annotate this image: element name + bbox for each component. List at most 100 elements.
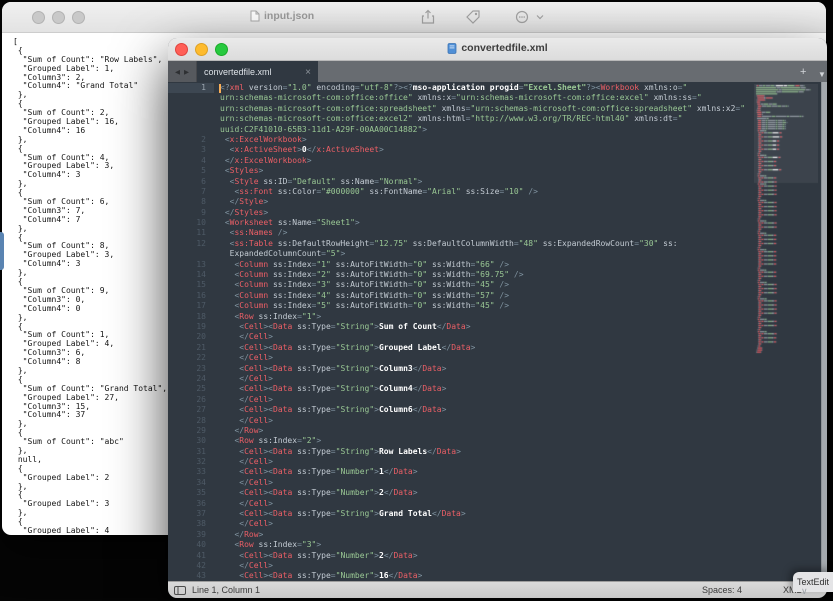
code-line[interactable]: 32 </Cell> <box>168 457 827 467</box>
editor-area[interactable]: 1<?xml version="1.0" encoding="utf-8"?><… <box>168 82 827 582</box>
code-line[interactable]: 11 <ss:Names /> <box>168 228 827 238</box>
code-text[interactable]: <x:ExcelWorkbook> <box>214 135 307 145</box>
code-line[interactable]: urn:schemas-microsoft-com:office:office"… <box>168 93 827 103</box>
tab-convertedfile[interactable]: convertedfile.xml × <box>197 61 318 83</box>
tag-icon[interactable] <box>465 9 481 25</box>
zoom-button[interactable] <box>72 11 85 24</box>
code-line[interactable]: 12 <ss:Table ss:DefaultRowHeight="12.75"… <box>168 239 827 249</box>
code-line[interactable]: 35 <Cell><Data ss:Type="Number">2</Data> <box>168 488 827 498</box>
code-text[interactable]: <Worksheet ss:Name="Sheet1"> <box>214 218 360 228</box>
nav-forward-icon[interactable]: ▶ <box>184 68 189 76</box>
code-text[interactable]: <Column ss:Index="3" ss:AutoFitWidth="0"… <box>214 280 509 290</box>
scrollbar-fragment[interactable] <box>0 232 4 270</box>
code-line[interactable]: 38 </Cell> <box>168 519 827 529</box>
more-options-icon[interactable] <box>515 9 531 25</box>
code-line[interactable]: 8 </Style> <box>168 197 827 207</box>
code-text[interactable]: </Cell> <box>214 374 273 384</box>
code-line[interactable]: urn:schemas-microsoft-com:office:excel2"… <box>168 114 827 124</box>
code-line[interactable]: 19 <Cell><Data ss:Type="String">Sum of C… <box>168 322 827 332</box>
code-line[interactable]: 9 </Styles> <box>168 208 827 218</box>
code-line[interactable]: 17 <Column ss:Index="5" ss:AutoFitWidth=… <box>168 301 827 311</box>
code-text[interactable]: <?xml version="1.0" encoding="utf-8"?><?… <box>214 83 687 93</box>
code-line[interactable]: 16 <Column ss:Index="4" ss:AutoFitWidth=… <box>168 291 827 301</box>
code-text[interactable]: <Column ss:Index="1" ss:AutoFitWidth="0"… <box>214 260 509 270</box>
code-line[interactable]: 26 </Cell> <box>168 395 827 405</box>
code-text[interactable]: <Cell><Data ss:Type="String">Column4</Da… <box>214 384 446 394</box>
code-line[interactable]: ExpandedColumnCount="5"> <box>168 249 827 259</box>
code-text[interactable]: </Cell> <box>214 519 273 529</box>
code-line[interactable]: uuid:C2F41010-65B3-11d1-A29F-00AA00C1488… <box>168 125 827 135</box>
tab-close-icon[interactable]: × <box>305 67 311 78</box>
chevron-down-icon[interactable] <box>536 9 544 25</box>
code-text[interactable]: <Cell><Data ss:Type="String">Column6</Da… <box>214 405 446 415</box>
code-text[interactable]: <Cell><Data ss:Type="String">Grouped Lab… <box>214 343 475 353</box>
sidebar-toggle-icon[interactable] <box>174 586 186 595</box>
code-line[interactable]: 20 </Cell> <box>168 332 827 342</box>
code-text[interactable]: </Style> <box>214 197 268 207</box>
code-text[interactable]: <Row ss:Index="1"> <box>214 312 321 322</box>
code-text[interactable]: urn:schemas-microsoft-com:office:excel2"… <box>214 114 682 124</box>
code-line[interactable]: 34 </Cell> <box>168 478 827 488</box>
code-text[interactable]: <Styles> <box>214 166 263 176</box>
code-text[interactable]: <Row ss:Index="3"> <box>214 540 321 550</box>
code-line[interactable]: 24 </Cell> <box>168 374 827 384</box>
new-tab-button[interactable]: + <box>800 64 806 80</box>
code-line[interactable]: 31 <Cell><Data ss:Type="String">Row Labe… <box>168 447 827 457</box>
code-text[interactable]: uuid:C2F41010-65B3-11d1-A29F-00AA00C1488… <box>214 125 427 135</box>
code-line[interactable]: 13 <Column ss:Index="1" ss:AutoFitWidth=… <box>168 260 827 270</box>
code-line[interactable]: 37 <Cell><Data ss:Type="String">Grand To… <box>168 509 827 519</box>
code-text[interactable]: <Cell><Data ss:Type="String">Grand Total… <box>214 509 466 519</box>
code-text[interactable]: urn:schemas-microsoft-com:office:office"… <box>214 93 702 103</box>
textedit-titlebar[interactable]: input.json <box>2 2 826 33</box>
code-line[interactable]: 2 <x:ExcelWorkbook> <box>168 135 827 145</box>
code-text[interactable]: urn:schemas-microsoft-com:office:spreads… <box>214 104 745 114</box>
share-icon[interactable] <box>420 9 436 25</box>
code-text[interactable]: <Column ss:Index="2" ss:AutoFitWidth="0"… <box>214 270 524 280</box>
code-text[interactable]: <Cell><Data ss:Type="Number">1</Data> <box>214 467 418 477</box>
code-line[interactable]: 23 <Cell><Data ss:Type="String">Column3<… <box>168 364 827 374</box>
code-line[interactable]: 6 <Style ss:ID="Default" ss:Name="Normal… <box>168 177 827 187</box>
code-line[interactable]: 22 </Cell> <box>168 353 827 363</box>
code-line[interactable]: 30 <Row ss:Index="2"> <box>168 436 827 446</box>
code-text[interactable]: </Row> <box>214 426 263 436</box>
code-text[interactable]: </Cell> <box>214 478 273 488</box>
code-text[interactable]: <ss:Names /> <box>214 228 287 238</box>
code-view[interactable]: 1<?xml version="1.0" encoding="utf-8"?><… <box>168 83 827 582</box>
editor-titlebar[interactable]: convertedfile.xml <box>168 38 827 61</box>
vertical-scrollbar[interactable] <box>821 82 827 582</box>
minimap[interactable] <box>754 84 818 384</box>
nav-back-icon[interactable]: ◀ <box>175 68 180 76</box>
code-line[interactable]: 3 <x:ActiveSheet>0</x:ActiveSheet> <box>168 145 827 155</box>
code-text[interactable]: <Column ss:Index="4" ss:AutoFitWidth="0"… <box>214 291 509 301</box>
code-line[interactable]: 28 </Cell> <box>168 416 827 426</box>
code-text[interactable]: <Style ss:ID="Default" ss:Name="Normal"> <box>214 177 422 187</box>
code-text[interactable]: </x:ExcelWorkbook> <box>214 156 312 166</box>
code-text[interactable]: ExpandedColumnCount="5"> <box>214 249 345 259</box>
close-button[interactable] <box>32 11 45 24</box>
code-text[interactable]: <Cell><Data ss:Type="String">Column3</Da… <box>214 364 446 374</box>
code-line[interactable]: 5 <Styles> <box>168 166 827 176</box>
code-text[interactable]: <Cell><Data ss:Type="Number">2</Data> <box>214 551 418 561</box>
code-line[interactable]: 33 <Cell><Data ss:Type="Number">1</Data> <box>168 467 827 477</box>
code-text[interactable]: <Row ss:Index="2"> <box>214 436 321 446</box>
code-text[interactable]: </Cell> <box>214 416 273 426</box>
code-line[interactable]: 40 <Row ss:Index="3"> <box>168 540 827 550</box>
code-line[interactable]: 4 </x:ExcelWorkbook> <box>168 156 827 166</box>
code-line[interactable]: 27 <Cell><Data ss:Type="String">Column6<… <box>168 405 827 415</box>
code-line[interactable]: 39 </Row> <box>168 530 827 540</box>
code-text[interactable]: </Styles> <box>214 208 268 218</box>
minimize-button[interactable] <box>52 11 65 24</box>
code-line[interactable]: 14 <Column ss:Index="2" ss:AutoFitWidth=… <box>168 270 827 280</box>
code-text[interactable]: </Cell> <box>214 395 273 405</box>
code-line[interactable]: 25 <Cell><Data ss:Type="String">Column4<… <box>168 384 827 394</box>
code-text[interactable]: </Cell> <box>214 353 273 363</box>
code-text[interactable]: </Cell> <box>214 561 273 571</box>
code-line[interactable]: 36 </Cell> <box>168 499 827 509</box>
code-text[interactable]: <Cell><Data ss:Type="String">Sum of Coun… <box>214 322 471 332</box>
code-line[interactable]: urn:schemas-microsoft-com:office:spreads… <box>168 104 827 114</box>
code-line[interactable]: 15 <Column ss:Index="3" ss:AutoFitWidth=… <box>168 280 827 290</box>
code-text[interactable]: <ss:Table ss:DefaultRowHeight="12.75" ss… <box>214 239 678 249</box>
code-line[interactable]: 7 <ss:Font ss:Color="#000000" ss:FontNam… <box>168 187 827 197</box>
tab-overflow-icon[interactable]: ▼ <box>818 67 826 83</box>
code-line[interactable]: 29 </Row> <box>168 426 827 436</box>
